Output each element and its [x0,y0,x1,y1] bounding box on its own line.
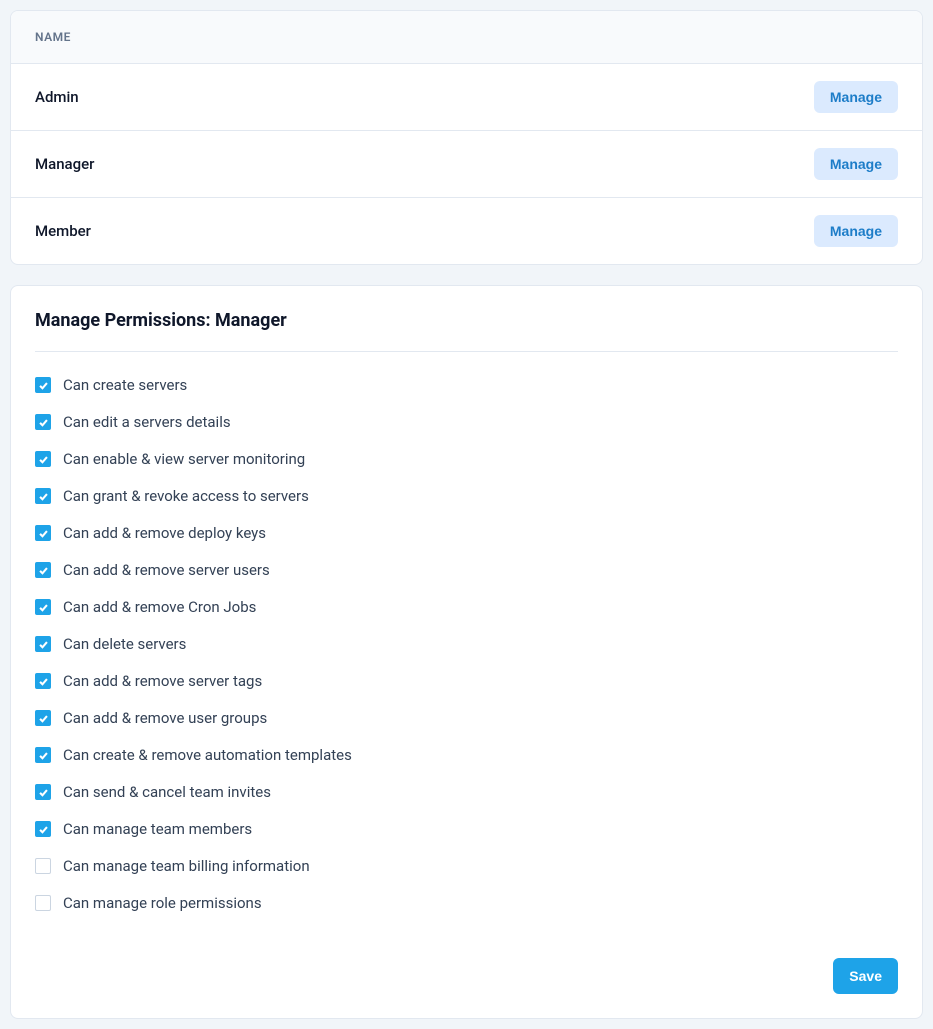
roles-table-header: Name [11,11,922,64]
role-name: Member [35,222,91,240]
permission-item: Can add & remove deploy keys [35,524,898,542]
permission-item: Can add & remove server tags [35,672,898,690]
permissions-card: Manage Permissions: Manager Can create s… [10,285,923,1019]
manage-button[interactable]: Manage [814,148,898,180]
permission-checkbox[interactable] [35,488,51,504]
permission-checkbox[interactable] [35,525,51,541]
permission-checkbox[interactable] [35,673,51,689]
permission-item: Can edit a servers details [35,413,898,431]
permission-item: Can create & remove automation templates [35,746,898,764]
permission-item: Can manage team members [35,820,898,838]
permission-checkbox[interactable] [35,784,51,800]
permission-item: Can create servers [35,376,898,394]
permission-item: Can grant & revoke access to servers [35,487,898,505]
permission-item: Can enable & view server monitoring [35,450,898,468]
check-icon [38,528,49,539]
check-icon [38,565,49,576]
permission-label[interactable]: Can manage team billing information [63,857,310,875]
permission-label[interactable]: Can create servers [63,376,187,394]
check-icon [38,602,49,613]
check-icon [38,676,49,687]
permission-checkbox[interactable] [35,710,51,726]
permission-item: Can add & remove server users [35,561,898,579]
check-icon [38,417,49,428]
check-icon [38,787,49,798]
permission-checkbox[interactable] [35,451,51,467]
permission-item: Can add & remove user groups [35,709,898,727]
permission-label[interactable]: Can add & remove server tags [63,672,262,690]
check-icon [38,454,49,465]
permission-label[interactable]: Can add & remove Cron Jobs [63,598,256,616]
permissions-footer: Save [35,940,898,994]
permission-item: Can manage role permissions [35,894,898,912]
permission-label[interactable]: Can manage role permissions [63,894,262,912]
permission-label[interactable]: Can grant & revoke access to servers [63,487,309,505]
permission-checkbox[interactable] [35,562,51,578]
permission-item: Can manage team billing information [35,857,898,875]
permission-label[interactable]: Can add & remove deploy keys [63,524,266,542]
roles-table-card: Name Admin Manage Manager Manage Member Manag… [10,10,923,265]
roles-table-header-name: Name [35,30,71,44]
check-icon [38,639,49,650]
permission-label[interactable]: Can edit a servers details [63,413,231,431]
role-name: Manager [35,155,94,173]
permission-label[interactable]: Can create & remove automation templates [63,746,352,764]
permission-label[interactable]: Can send & cancel team invites [63,783,271,801]
permission-checkbox[interactable] [35,377,51,393]
permission-item: Can delete servers [35,635,898,653]
manage-button[interactable]: Manage [814,81,898,113]
role-name: Admin [35,88,79,106]
permission-label[interactable]: Can manage team members [63,820,252,838]
permission-checkbox[interactable] [35,858,51,874]
permission-label[interactable]: Can add & remove user groups [63,709,267,727]
check-icon [38,491,49,502]
permission-checkbox[interactable] [35,414,51,430]
permission-item: Can send & cancel team invites [35,783,898,801]
role-row: Manager Manage [11,131,922,198]
permission-checkbox[interactable] [35,747,51,763]
permission-label[interactable]: Can add & remove server users [63,561,270,579]
check-icon [38,750,49,761]
check-icon [38,380,49,391]
role-row: Admin Manage [11,64,922,131]
permissions-list: Can create servers Can edit a servers det… [35,376,898,912]
permission-checkbox[interactable] [35,599,51,615]
permission-checkbox[interactable] [35,895,51,911]
permission-checkbox[interactable] [35,636,51,652]
check-icon [38,713,49,724]
permissions-title: Manage Permissions: Manager [35,310,898,352]
permission-item: Can add & remove Cron Jobs [35,598,898,616]
role-row: Member Manage [11,198,922,264]
save-button[interactable]: Save [833,958,898,994]
manage-button[interactable]: Manage [814,215,898,247]
check-icon [38,824,49,835]
permission-label[interactable]: Can enable & view server monitoring [63,450,305,468]
permission-label[interactable]: Can delete servers [63,635,186,653]
permission-checkbox[interactable] [35,821,51,837]
